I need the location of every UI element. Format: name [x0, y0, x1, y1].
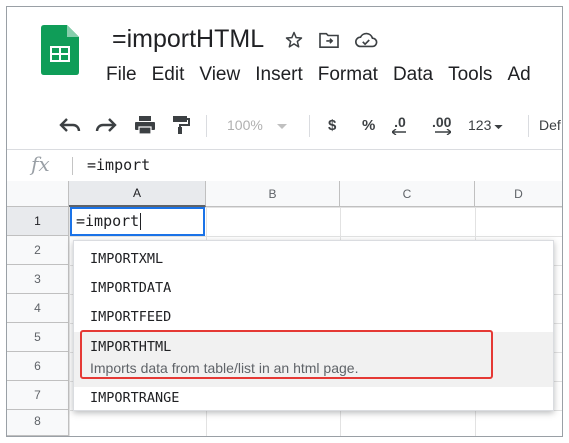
- option-name: IMPORTFEED: [90, 309, 172, 325]
- row-header-1[interactable]: 1: [7, 207, 69, 236]
- menu-format[interactable]: Format: [318, 64, 378, 86]
- currency-format-button[interactable]: $: [328, 113, 336, 137]
- cloud-status-icon[interactable]: [354, 31, 378, 49]
- option-name: IMPORTXML: [90, 251, 164, 267]
- formula-input[interactable]: =import: [87, 156, 150, 174]
- option-name: IMPORTRANGE: [90, 390, 180, 406]
- menu-data[interactable]: Data: [393, 64, 433, 86]
- app-window: =importHTML File Edit View Insert Format…: [6, 6, 563, 437]
- font-select[interactable]: Def: [539, 113, 561, 137]
- row-header-5[interactable]: 5: [7, 323, 69, 352]
- function-autocomplete: IMPORTXML IMPORTDATA IMPORTFEED IMPORTHT…: [73, 240, 554, 411]
- arrow-right-icon: [434, 129, 451, 135]
- menu-tools[interactable]: Tools: [448, 64, 492, 86]
- menu-insert[interactable]: Insert: [255, 64, 303, 86]
- menu-view[interactable]: View: [199, 64, 240, 86]
- row-header-6[interactable]: 6: [7, 352, 69, 381]
- autocomplete-option-importdata[interactable]: IMPORTDATA: [74, 274, 553, 303]
- decrease-decimal-label: .0: [394, 114, 406, 130]
- autocomplete-option-importxml[interactable]: IMPORTXML: [74, 245, 553, 274]
- formula-bar-divider: [72, 157, 73, 175]
- document-title[interactable]: =importHTML: [112, 25, 264, 54]
- more-formats-label: 123: [468, 117, 492, 133]
- menu-bar: File Edit View Insert Format Data Tools …: [106, 64, 546, 86]
- decrease-decimal-button[interactable]: .0: [392, 113, 408, 137]
- row-header-7[interactable]: 7: [7, 381, 69, 410]
- chevron-down-icon: [494, 117, 504, 133]
- sheets-logo-icon[interactable]: [41, 25, 79, 75]
- active-cell-a1[interactable]: =import: [70, 207, 205, 236]
- zoom-value: 100%: [227, 117, 263, 133]
- column-header-b[interactable]: B: [206, 181, 340, 207]
- undo-icon[interactable]: [59, 113, 81, 137]
- column-header-a[interactable]: A: [69, 181, 206, 207]
- row-header-8[interactable]: 8: [7, 410, 69, 436]
- increase-decimal-label: .00: [432, 114, 452, 130]
- toolbar: 100% $ % .0 .00 123 Def: [7, 103, 562, 147]
- fx-icon: fx: [31, 152, 50, 176]
- percent-format-button[interactable]: %: [362, 113, 375, 137]
- zoom-select[interactable]: 100%: [227, 113, 287, 137]
- text-caret: [140, 213, 142, 230]
- arrow-left-icon: [392, 129, 406, 135]
- menu-edit[interactable]: Edit: [152, 64, 185, 86]
- autocomplete-option-importfeed[interactable]: IMPORTFEED: [74, 303, 553, 332]
- row-header-4[interactable]: 4: [7, 294, 69, 323]
- row-header-2[interactable]: 2: [7, 236, 69, 265]
- menu-file[interactable]: File: [106, 64, 137, 86]
- column-header-d[interactable]: D: [475, 181, 562, 207]
- active-cell-value: =import: [76, 212, 140, 230]
- redo-icon[interactable]: [95, 113, 117, 137]
- option-name: IMPORTDATA: [90, 280, 172, 296]
- row-header-3[interactable]: 3: [7, 265, 69, 294]
- paint-format-icon[interactable]: [172, 113, 190, 137]
- chevron-down-icon: [276, 117, 287, 133]
- star-icon[interactable]: [284, 30, 304, 50]
- select-all-corner[interactable]: [7, 181, 69, 207]
- highlight-annotation-box: [80, 330, 493, 379]
- column-header-c[interactable]: C: [340, 181, 475, 207]
- print-icon[interactable]: [134, 113, 156, 137]
- increase-decimal-button[interactable]: .00: [432, 113, 451, 137]
- more-formats-button[interactable]: 123: [468, 113, 504, 137]
- autocomplete-option-importrange[interactable]: IMPORTRANGE: [74, 387, 553, 411]
- formula-bar: fx =import: [7, 149, 562, 182]
- move-to-folder-icon[interactable]: [318, 31, 340, 49]
- menu-addons[interactable]: Ad: [507, 64, 530, 86]
